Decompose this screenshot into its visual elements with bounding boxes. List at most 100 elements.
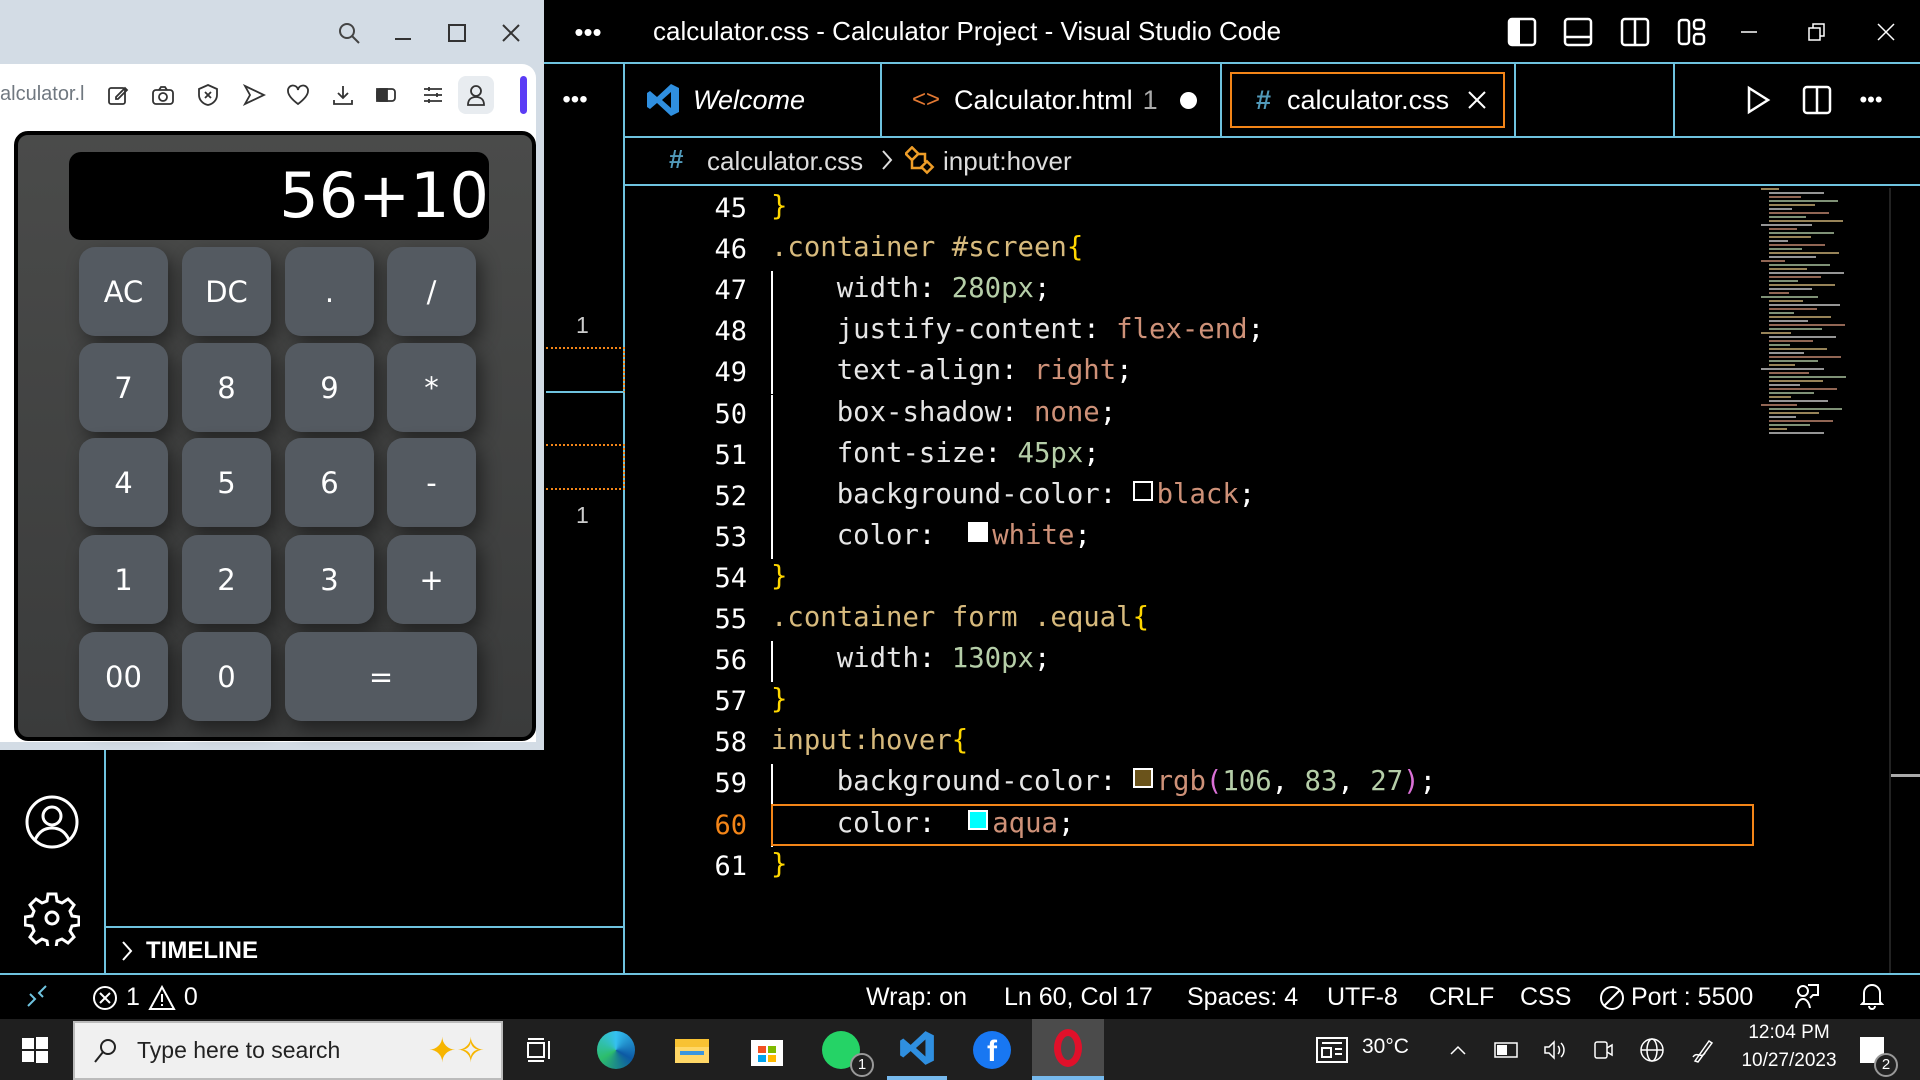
- notifications-bell-icon[interactable]: [1857, 981, 1887, 1011]
- toggle-primary-sidebar-icon[interactable]: [1502, 12, 1542, 52]
- key-digit-8-button[interactable]: 8: [182, 343, 271, 432]
- heart-icon[interactable]: [280, 76, 316, 114]
- code-line[interactable]: width: 280px;: [771, 273, 1051, 304]
- file-item-focused[interactable]: [546, 444, 625, 490]
- split-editor-icon[interactable]: [1797, 80, 1837, 120]
- shield-x-icon[interactable]: [190, 76, 226, 114]
- download-icon[interactable]: [325, 76, 361, 114]
- tab-calculator-css[interactable]: # calculator.css: [1222, 64, 1516, 136]
- task-view-icon[interactable]: [509, 1019, 569, 1080]
- restore-icon[interactable]: [1797, 12, 1837, 52]
- whatsapp-icon[interactable]: 1: [811, 1019, 874, 1080]
- settings-gear-icon[interactable]: [20, 886, 84, 950]
- news-widget-icon[interactable]: [1302, 1019, 1362, 1080]
- key-equals-button[interactable]: =: [285, 632, 477, 721]
- problems-indicator[interactable]: 1 0: [92, 983, 198, 1012]
- code-line[interactable]: background-color: black;: [771, 479, 1255, 510]
- edit-icon[interactable]: [100, 76, 136, 114]
- taskbar-search-box[interactable]: Type here to search ✦✧: [73, 1021, 503, 1080]
- microsoft-store-icon[interactable]: [737, 1019, 797, 1080]
- clock-time[interactable]: 12:04 PM: [1745, 1022, 1833, 1044]
- color-swatch[interactable]: [1132, 480, 1153, 501]
- profile-icon[interactable]: [458, 76, 494, 114]
- remote-icon[interactable]: [22, 981, 52, 1011]
- key-digit-6-button[interactable]: 6: [285, 438, 374, 527]
- tab-calculator-html[interactable]: <> Calculator.html 1: [882, 64, 1222, 136]
- code-editor[interactable]: 45} 46 .container #screen{47 width: 280px;…: [627, 188, 1920, 973]
- key-clear-all-button[interactable]: AC: [79, 247, 168, 336]
- key-digit-1-button[interactable]: 1: [79, 535, 168, 624]
- code-line[interactable]: color: white;: [771, 520, 1091, 551]
- key-decimal-button[interactable]: .: [285, 247, 374, 336]
- toggle-secondary-sidebar-icon[interactable]: [1615, 12, 1655, 52]
- key-divide-button[interactable]: /: [387, 247, 476, 336]
- color-swatch[interactable]: [968, 521, 989, 542]
- minimize-icon[interactable]: [388, 18, 418, 48]
- toggle-panel-icon[interactable]: [1558, 12, 1598, 52]
- opera-browser-icon[interactable]: [1032, 1019, 1104, 1080]
- eol-status[interactable]: CRLF: [1429, 983, 1494, 1012]
- scrollbar-thumb[interactable]: [1891, 774, 1920, 777]
- encoding-status[interactable]: UTF-8: [1327, 983, 1398, 1012]
- code-line[interactable]: input:hover{: [771, 725, 968, 756]
- camera-icon[interactable]: [145, 76, 181, 114]
- key-add-button[interactable]: +: [387, 535, 476, 624]
- key-digit-0-button[interactable]: 0: [182, 632, 271, 721]
- key-digit-4-button[interactable]: 4: [79, 438, 168, 527]
- file-item-focused[interactable]: [546, 347, 625, 393]
- key-multiply-button[interactable]: *: [387, 343, 476, 432]
- code-line[interactable]: width: 130px;: [771, 643, 1051, 674]
- key-digit-00-button[interactable]: 00: [79, 632, 168, 721]
- minimap[interactable]: [1761, 188, 1889, 448]
- code-line[interactable]: }: [771, 191, 787, 222]
- feedback-icon[interactable]: [1792, 981, 1822, 1011]
- minimize-icon[interactable]: [1729, 12, 1769, 52]
- key-digit-5-button[interactable]: 5: [182, 438, 271, 527]
- breadcrumb-file[interactable]: calculator.css: [707, 146, 863, 177]
- file-explorer-icon[interactable]: [662, 1019, 722, 1080]
- key-digit-2-button[interactable]: 2: [182, 535, 271, 624]
- key-digit-9-button[interactable]: 9: [285, 343, 374, 432]
- code-line[interactable]: }: [771, 561, 787, 592]
- calculator-display[interactable]: 56+10: [69, 152, 489, 240]
- battery-icon[interactable]: [369, 76, 405, 114]
- code-line[interactable]: .container form .equal{: [771, 602, 1149, 633]
- code-line[interactable]: .container #screen{: [771, 232, 1083, 263]
- windows-start-icon[interactable]: [5, 1019, 65, 1080]
- close-window-icon[interactable]: [1866, 12, 1906, 52]
- key-digit-7-button[interactable]: 7: [79, 343, 168, 432]
- code-line[interactable]: box-shadow: none;: [771, 397, 1116, 428]
- key-digit-3-button[interactable]: 3: [285, 535, 374, 624]
- clock-date[interactable]: 10/27/2023: [1737, 1050, 1841, 1072]
- customize-layout-icon[interactable]: [1672, 12, 1712, 52]
- code-line[interactable]: font-size: 45px;: [771, 438, 1100, 469]
- key-subtract-button[interactable]: -: [387, 438, 476, 527]
- menu-more-icon[interactable]: •••: [568, 14, 608, 50]
- language-mode[interactable]: CSS: [1520, 983, 1571, 1012]
- vscode-taskbar-icon[interactable]: [887, 1019, 947, 1080]
- timeline-section-header[interactable]: TIMELINE: [106, 926, 625, 973]
- facebook-icon[interactable]: f: [962, 1019, 1022, 1080]
- accounts-icon[interactable]: [20, 790, 84, 854]
- color-swatch[interactable]: [1132, 768, 1153, 789]
- code-line[interactable]: }: [771, 684, 787, 715]
- word-wrap-status[interactable]: Wrap: on: [866, 983, 967, 1012]
- pen-workspace-icon[interactable]: [1673, 1019, 1733, 1080]
- editor-more-icon[interactable]: •••: [1851, 80, 1891, 120]
- tab-welcome[interactable]: Welcome: [625, 64, 882, 136]
- edge-browser-icon[interactable]: [586, 1019, 646, 1080]
- notification-center-icon[interactable]: 2: [1842, 1019, 1902, 1080]
- code-line[interactable]: background-color: rgb(106, 83, 27);: [771, 766, 1436, 797]
- address-bar[interactable]: alculator.l: [0, 83, 85, 106]
- settings-sliders-icon[interactable]: [415, 76, 451, 114]
- search-icon[interactable]: [334, 18, 364, 48]
- code-line[interactable]: text-align: right;: [771, 355, 1133, 386]
- sidebar-more-icon[interactable]: •••: [555, 82, 595, 118]
- breadcrumb-symbol[interactable]: input:hover: [943, 146, 1072, 177]
- weather-temp[interactable]: 30°C: [1362, 1035, 1409, 1059]
- close-icon[interactable]: [496, 18, 526, 48]
- unsaved-dot-icon[interactable]: [1179, 91, 1197, 109]
- key-delete-button[interactable]: DC: [182, 247, 271, 336]
- code-line[interactable]: justify-content: flex-end;: [771, 314, 1264, 345]
- indentation-status[interactable]: Spaces: 4: [1187, 983, 1298, 1012]
